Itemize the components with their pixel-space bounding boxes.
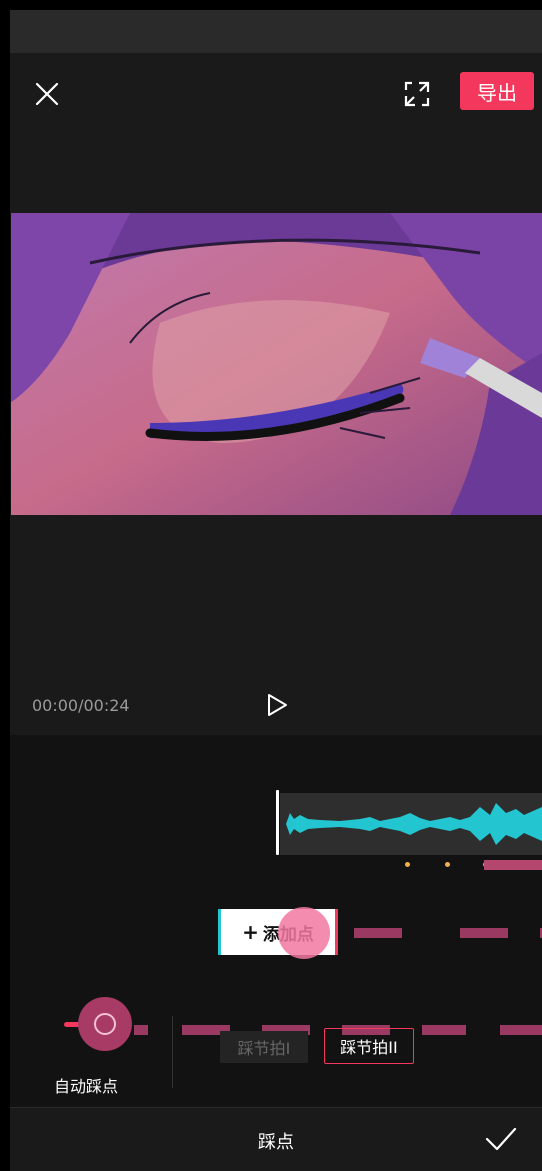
status-bar [10,10,542,53]
touch-indicator [278,907,330,959]
fullscreen-button[interactable] [400,77,434,111]
beat-marker-bar [484,860,542,870]
playhead[interactable] [276,790,279,855]
guide-dash [134,1025,148,1035]
auto-beat-toggle[interactable] [78,997,132,1051]
beat-marker [445,862,450,867]
beat-mode-2-button[interactable]: 踩节拍II [324,1028,414,1064]
guide-dash [422,1025,466,1035]
beat-mode-1-button[interactable]: 踩节拍I [220,1031,308,1063]
divider [172,1016,173,1088]
beat-marker [405,862,410,867]
fullscreen-icon [404,81,430,107]
video-frame-image [10,213,542,515]
close-icon [35,82,59,106]
timecode: 00:00/00:24 [32,696,130,715]
plus-icon: + [242,920,259,944]
beat-editor: + 添加点 自动踩点 踩节拍I 踩节拍II [10,735,542,1107]
audio-waveform [286,803,542,845]
player-controls: 00:00/00:24 [10,515,542,735]
guide-dash [500,1025,542,1035]
bottom-bar: 踩点 [10,1107,542,1171]
app-screen: 导出 00:00/00:24 + 自动踩点 踩节拍I 踩节拍II 踩点 [10,10,542,1171]
check-icon [485,1127,517,1151]
confirm-button[interactable] [484,1124,518,1154]
toggle-knob-icon [94,1013,116,1035]
audio-track[interactable] [280,793,542,855]
close-button[interactable] [32,79,62,109]
play-icon [268,694,287,716]
play-button[interactable] [265,693,289,717]
guide-dash [354,928,402,938]
top-toolbar: 导出 [10,53,542,213]
panel-title: 踩点 [258,1132,294,1153]
auto-beat-label: 自动踩点 [54,1077,119,1096]
export-button[interactable]: 导出 [460,72,534,110]
guide-dash [460,928,508,938]
video-preview[interactable] [10,213,542,515]
